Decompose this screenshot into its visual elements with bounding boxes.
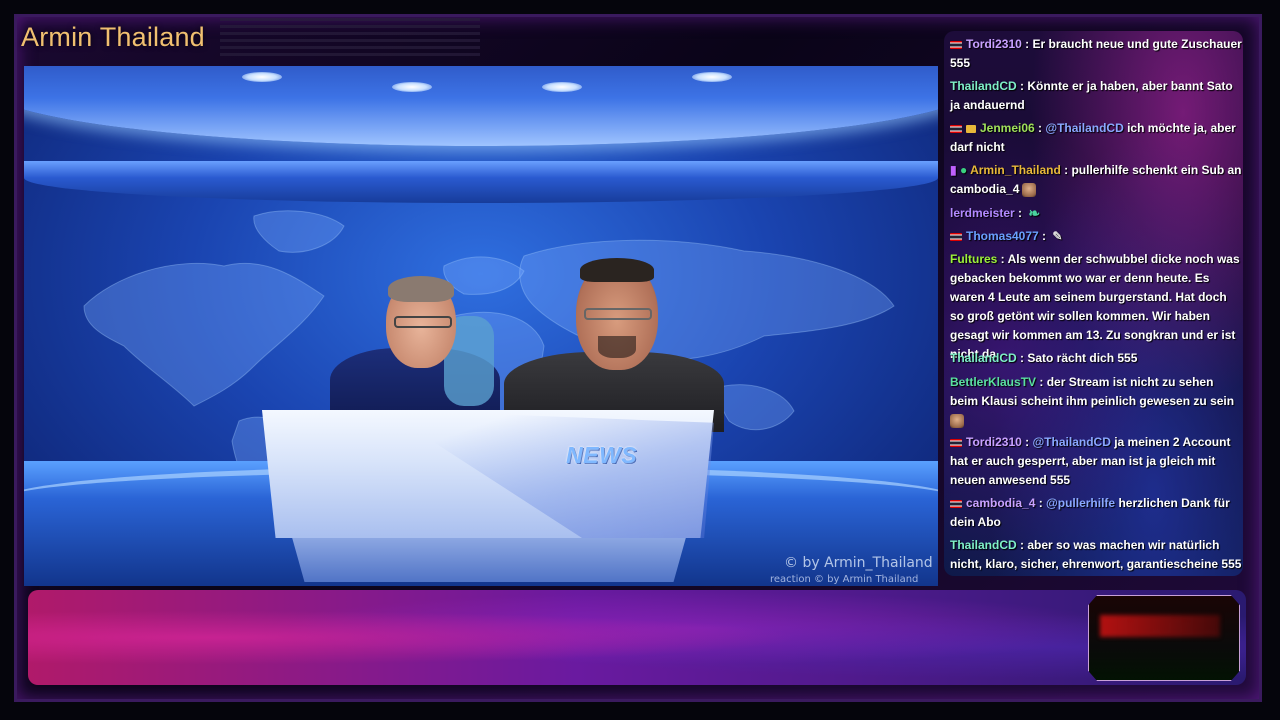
- chat-mention[interactable]: @ThailandCD: [1032, 435, 1110, 449]
- chat-message: Jenmei06 : @ThailandCD ich möchte ja, ab…: [950, 121, 1236, 154]
- chat-username[interactable]: cambodia_4: [966, 496, 1035, 510]
- feather-emote-icon: ❧: [1028, 205, 1041, 222]
- news-desk-label: NEWS: [566, 442, 637, 468]
- thailand-flag-icon: [950, 438, 962, 447]
- chat-panel[interactable]: Tordi2310 : Er braucht neue und gute Zus…: [944, 31, 1243, 576]
- thailand-flag-icon: [950, 124, 962, 133]
- video-watermark: © by Armin_Thailand: [784, 555, 933, 571]
- chat-mention[interactable]: @pullerhilfe: [1046, 496, 1115, 510]
- chat-username[interactable]: lerdmeister: [950, 206, 1015, 220]
- chat-username[interactable]: Fultures: [950, 252, 997, 266]
- thailand-flag-icon: [950, 40, 962, 49]
- chat-message: cambodia_4 : @pullerhilfe herzlichen Dan…: [950, 496, 1230, 529]
- chat-message: Tordi2310 : @ThailandCD ja meinen 2 Acco…: [950, 435, 1231, 487]
- chat-message: ThailandCD : aber so was machen wir natü…: [950, 538, 1242, 571]
- chat-message: ThailandCD : Sato rächt dich 555: [950, 351, 1138, 365]
- studio-ceiling: [24, 66, 938, 146]
- chat-message: ▮ ● Armin_Thailand : pullerhilfe schenkt…: [950, 163, 1242, 197]
- chat-text: Als wenn der schwubbel dicke noch was ge…: [950, 252, 1240, 361]
- chat-mention[interactable]: @ThailandCD: [1045, 121, 1123, 135]
- news-desk-base: [292, 538, 686, 582]
- chat-username[interactable]: ThailandCD: [950, 351, 1017, 365]
- chat-message: BettlerKlausTV : der Stream ist nicht zu…: [950, 373, 1242, 430]
- chat-message: ThailandCD : Könnte er ja haben, aber ba…: [950, 79, 1233, 112]
- room-camera-red-light: [1100, 615, 1220, 637]
- chat-username[interactable]: Armin_Thailand: [970, 163, 1061, 177]
- room-camera-preview[interactable]: [1088, 595, 1240, 681]
- thailand-flag-icon: [950, 232, 962, 241]
- video-watermark-small: reaction © by Armin Thailand: [770, 574, 919, 585]
- chat-username[interactable]: Tordi2310: [966, 37, 1022, 51]
- ceiling-light: [392, 82, 432, 92]
- face-emote-icon: [950, 413, 964, 428]
- lower-third-bar: [28, 590, 1246, 685]
- ceiling-light: [542, 82, 582, 92]
- video-feed[interactable]: NEWS © by Armin_Thailand reaction © by A…: [24, 66, 938, 586]
- chat-username[interactable]: ThailandCD: [950, 79, 1017, 93]
- ceiling-light: [692, 72, 732, 82]
- thailand-flag-icon: [950, 499, 962, 508]
- ceiling-light: [242, 72, 282, 82]
- gift-icon: ▮: [950, 163, 957, 177]
- title-glitch-decoration: [220, 18, 480, 58]
- verified-icon: ●: [959, 163, 968, 177]
- chat-username[interactable]: Tordi2310: [966, 435, 1022, 449]
- chat-username[interactable]: Jenmei06: [980, 121, 1035, 135]
- chat-text: Sato rächt dich 555: [1027, 351, 1138, 365]
- channel-title: Armin Thailand: [21, 22, 205, 52]
- chat-message: Fultures : Als wenn der schwubbel dicke …: [950, 252, 1240, 361]
- pen-emote-icon: ✎: [1052, 229, 1063, 244]
- chat-message: Thomas4077 : ✎: [950, 227, 1242, 246]
- chat-username[interactable]: Thomas4077: [966, 229, 1039, 243]
- chat-message: lerdmeister : ❧: [950, 205, 1041, 222]
- chat-username[interactable]: BettlerKlausTV: [950, 375, 1036, 389]
- chat-username[interactable]: ThailandCD: [950, 538, 1017, 552]
- subscriber-badge-icon: [966, 124, 976, 133]
- face-emote-icon: [1022, 182, 1037, 197]
- chat-message: Tordi2310 : Er braucht neue und gute Zus…: [950, 37, 1242, 70]
